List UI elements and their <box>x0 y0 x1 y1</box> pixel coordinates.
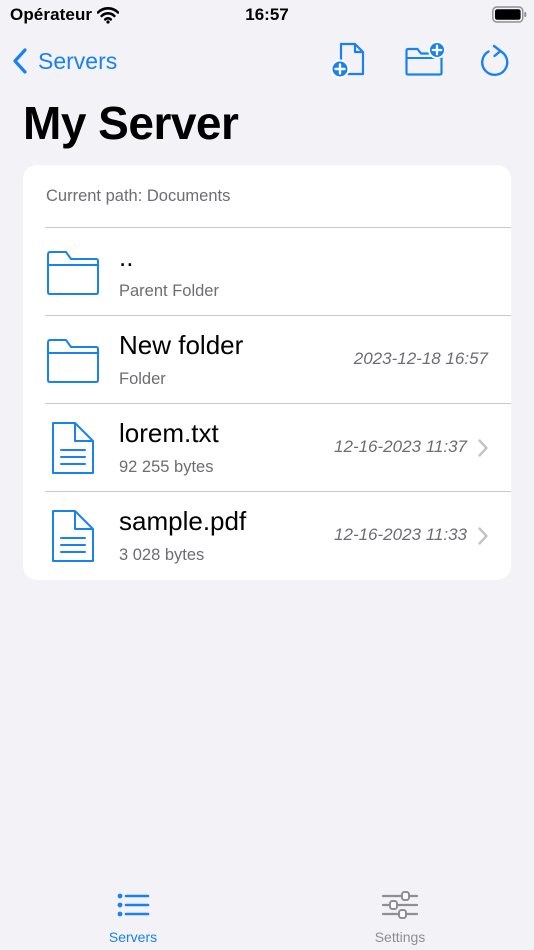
file-subtitle: Parent Folder <box>119 282 219 300</box>
parent-folder-row[interactable]: .. Parent Folder <box>23 228 511 316</box>
back-button-label: Servers <box>38 47 118 74</box>
refresh-icon <box>481 44 509 77</box>
file-list: Current path: Documents .. Parent Folder… <box>23 165 511 580</box>
tab-settings-label: Settings <box>374 929 426 945</box>
page-title: My Server <box>23 97 239 149</box>
chevron-right-icon <box>478 439 488 457</box>
refresh-button[interactable] <box>475 40 515 80</box>
chevron-left-icon <box>13 48 27 74</box>
file-name: New folder <box>119 330 244 360</box>
file-date: 12-16-2023 11:37 <box>334 437 467 456</box>
list-icon <box>117 893 150 917</box>
status-time: 16:57 <box>245 5 289 24</box>
file-row[interactable]: sample.pdf 3 028 bytes 12-16-2023 11:33 <box>23 492 511 580</box>
file-date: 2023-12-18 16:57 <box>353 349 488 368</box>
folder-row[interactable]: New folder Folder 2023-12-18 16:57 <box>23 316 511 404</box>
document-icon <box>45 420 101 474</box>
file-date: 12-16-2023 11:33 <box>334 525 467 544</box>
current-path-label: Current path: Documents <box>46 187 231 205</box>
file-row[interactable]: lorem.txt 92 255 bytes 12-16-2023 11:37 <box>23 404 511 492</box>
new-file-icon <box>330 42 365 79</box>
document-icon <box>45 508 101 562</box>
file-subtitle: 3 028 bytes <box>119 546 205 564</box>
file-subtitle: Folder <box>119 370 166 388</box>
chevron-right-icon <box>478 527 488 545</box>
new-folder-button[interactable] <box>404 40 446 80</box>
folder-icon <box>45 248 101 298</box>
file-subtitle: 92 255 bytes <box>119 458 214 476</box>
file-name: lorem.txt <box>119 418 219 448</box>
file-name: sample.pdf <box>119 506 247 536</box>
new-file-button[interactable] <box>329 40 369 80</box>
tab-servers[interactable]: Servers <box>43 885 223 945</box>
tab-servers-label: Servers <box>108 929 158 945</box>
battery-icon <box>492 5 527 24</box>
back-button[interactable]: Servers <box>10 44 117 78</box>
folder-icon <box>45 336 101 386</box>
new-folder-icon <box>405 41 446 76</box>
file-name: .. <box>119 242 134 272</box>
tab-settings[interactable]: Settings <box>310 885 490 945</box>
sliders-icon <box>381 891 419 919</box>
